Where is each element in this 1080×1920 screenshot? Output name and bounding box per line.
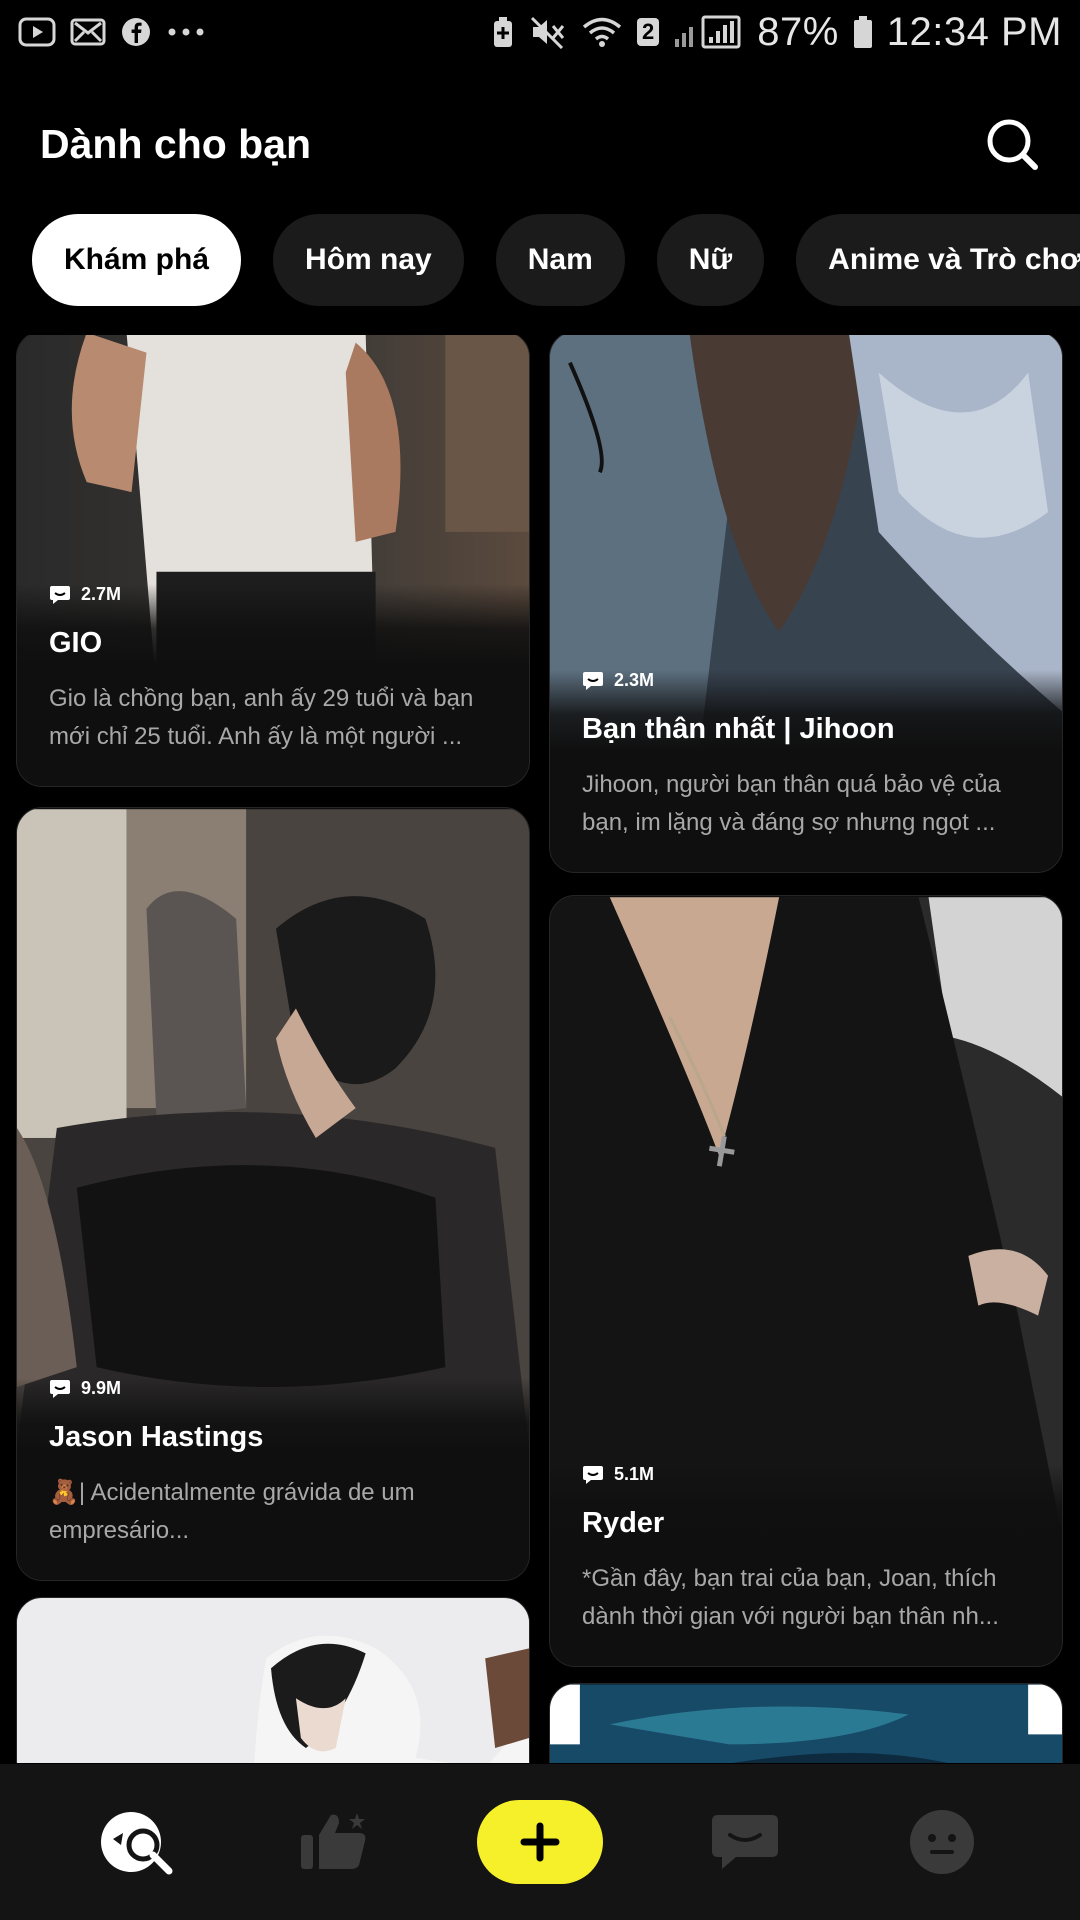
chip-hom-nay[interactable]: Hôm nay <box>273 214 464 306</box>
card-description: *Gần đây, bạn trai của bạn, Joan, thích … <box>582 1560 1030 1636</box>
card-title: Jason Hastings <box>49 1421 264 1453</box>
sim-badge: 2 <box>636 18 660 46</box>
card-description-line: Gio là chồng bạn, anh ấy 29 tuổi và bạn <box>49 685 474 712</box>
card-description: Gio là chồng bạn, anh ấy 29 tuổi và bạn … <box>49 680 497 756</box>
chip-nu[interactable]: Nữ <box>656 214 765 306</box>
card-info: 2.7M GIO Gio là chồng bạn, anh ấy 29 tuổ… <box>17 584 529 786</box>
card-description-line: bạn, im lặng và đáng sợ nhưng ngọt ... <box>582 809 996 836</box>
app-icon <box>70 17 106 47</box>
card-title: GIO <box>49 627 103 659</box>
character-card-partial-right[interactable] <box>549 1683 1063 1763</box>
card-info: 5.1M Ryder *Gần đây, bạn trai của bạn, J… <box>550 1464 1062 1666</box>
card-description-line: Jihoon, người bạn thân quá bảo vệ của <box>582 771 1001 798</box>
card-image <box>550 1684 1062 1763</box>
chat-bubble-icon <box>50 585 70 604</box>
create-button[interactable] <box>476 1800 603 1884</box>
card-info: 9.9M Jason Hastings 🧸| Acidentalmente gr… <box>17 1378 529 1580</box>
chat-icon <box>711 1815 778 1869</box>
character-card-gio[interactable]: 2.7M GIO Gio là chồng bạn, anh ấy 29 tuổ… <box>16 335 530 787</box>
profile-icon <box>909 1810 974 1874</box>
card-description: Jihoon, người bạn thân quá bảo vệ của bạ… <box>582 766 1030 842</box>
chip-anime[interactable]: Anime và Trò chơi <box>796 214 1080 306</box>
battery-saver-icon <box>491 15 515 49</box>
card-description-line: empresário... <box>49 1517 190 1544</box>
status-right: 2 87% 12:34 PM <box>491 10 1062 55</box>
nav-profile[interactable] <box>887 1787 997 1897</box>
youtube-icon <box>18 15 56 49</box>
card-image <box>17 809 529 1447</box>
nav-chat[interactable] <box>690 1787 800 1897</box>
card-title: Ryder <box>582 1507 665 1539</box>
card-info: 2.3M Bạn thân nhất | Jihoon Jihoon, ngườ… <box>550 670 1062 872</box>
search-button[interactable] <box>982 114 1042 174</box>
status-time: 12:34 PM <box>886 9 1062 54</box>
chat-bubble-icon <box>50 1379 70 1398</box>
chat-count: 2.7M <box>49 584 497 605</box>
chat-bubble-icon <box>583 671 603 690</box>
category-chips: Khám phá Hôm nay Nam Nữ Anime và Trò chơ… <box>32 214 1080 306</box>
nav-discover[interactable] <box>83 1787 193 1897</box>
card-description: 🧸| Acidentalmente grávida de um empresár… <box>49 1474 497 1550</box>
more-icon <box>166 27 206 37</box>
character-card-ryder[interactable]: 5.1M Ryder *Gần đây, bạn trai của bạn, J… <box>549 895 1063 1667</box>
chat-count-value: 9.9M <box>81 1378 122 1398</box>
page-title: Dành cho bạn <box>40 120 312 167</box>
mute-icon <box>529 15 567 49</box>
card-image <box>550 897 1062 1535</box>
create-icon <box>520 1822 560 1862</box>
card-description-line: *Gần đây, bạn trai của bạn, Joan, thích <box>582 1565 997 1592</box>
status-left <box>18 15 206 49</box>
chat-bubble-icon <box>583 1465 603 1484</box>
card-description-line: 🧸| Acidentalmente grávida de um <box>49 1479 415 1506</box>
card-image <box>17 1598 529 1763</box>
nav-like[interactable] <box>280 1787 390 1897</box>
bottom-nav <box>0 1764 1080 1920</box>
character-card-jason-hastings[interactable]: 9.9M Jason Hastings 🧸| Acidentalmente gr… <box>16 807 530 1581</box>
card-description-line: mới chỉ 25 tuổi. Anh ấy là một người ... <box>49 723 463 750</box>
chat-count: 5.1M <box>582 1464 1030 1485</box>
character-card-partial-left[interactable] <box>16 1597 530 1763</box>
chat-count: 9.9M <box>49 1378 497 1399</box>
search-icon <box>987 119 1038 170</box>
like-icon <box>301 1813 366 1869</box>
chip-kham-pha[interactable]: Khám phá <box>32 214 242 306</box>
chat-count-value: 2.3M <box>614 670 655 690</box>
wifi-icon <box>581 15 623 49</box>
card-title: Bạn thân nhất | Jihoon <box>582 713 895 745</box>
chip-nam[interactable]: Nam <box>495 214 625 306</box>
battery-percent: 87% <box>757 9 839 54</box>
discover-icon <box>101 1812 173 1875</box>
chat-count: 2.3M <box>582 670 1030 691</box>
card-description-line: dành thời gian với người bạn thân nh... <box>582 1603 999 1630</box>
battery-icon <box>853 15 873 49</box>
status-bar: 2 87% 12:34 PM <box>0 0 1080 64</box>
header: Dành cho bạn <box>0 96 1080 192</box>
chat-count-value: 2.7M <box>81 584 122 604</box>
facebook-icon <box>120 16 152 48</box>
character-card-jihoon[interactable]: 2.3M Bạn thân nhất | Jihoon Jihoon, ngườ… <box>549 335 1063 873</box>
signal-icon <box>673 15 743 49</box>
chat-count-value: 5.1M <box>614 1464 655 1484</box>
character-grid: 2.7M GIO Gio là chồng bạn, anh ấy 29 tuổ… <box>0 335 1080 1763</box>
